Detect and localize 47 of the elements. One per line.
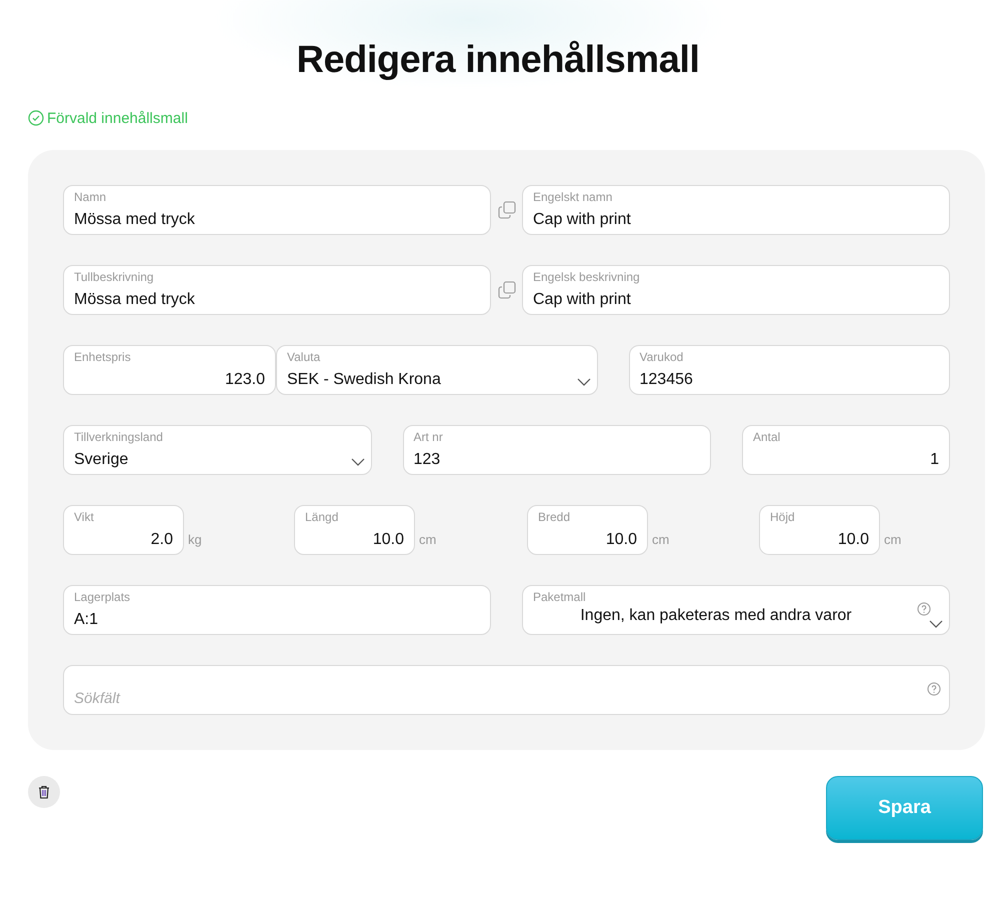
chevron-down-icon — [929, 620, 943, 628]
field-label: Längd — [305, 510, 340, 524]
field-label: Tullbeskrivning — [74, 270, 155, 284]
field-label: Enhetspris — [74, 350, 132, 364]
field-label: Antal — [753, 430, 782, 444]
field-label: Valuta — [287, 350, 322, 364]
text-field[interactable]: Engelsk beskrivning Cap with print — [522, 265, 950, 315]
unit-label: cm — [884, 532, 902, 549]
text-field[interactable]: Lagerplats A:1 — [63, 585, 491, 635]
field-label: Bredd — [538, 510, 572, 524]
text-field[interactable]: Art nr 123 — [402, 425, 711, 475]
field-label: Engelsk beskrivning — [533, 270, 641, 284]
number-field[interactable]: Bredd 10.0 — [527, 505, 648, 555]
unit-label: cm — [652, 532, 670, 549]
copy-icon[interactable] — [498, 201, 516, 219]
number-field[interactable]: Längd 10.0 — [294, 505, 415, 555]
field-label: Vikt — [74, 510, 95, 524]
field-label: Höjd — [770, 510, 796, 524]
trash-icon — [38, 785, 50, 799]
select-field[interactable]: Tillverkningsland Sverige — [63, 425, 372, 475]
number-field[interactable]: Enhetspris 123.0 — [63, 345, 276, 395]
field-label: Tillverkningsland — [74, 430, 164, 444]
delete-button[interactable] — [28, 776, 60, 808]
text-field[interactable]: Namn Mössa med tryck — [63, 185, 491, 235]
text-field[interactable]: Tullbeskrivning Mössa med tryck — [63, 265, 491, 315]
select-field[interactable]: Paketmall Ingen, kan paketeras med andra varor — [522, 585, 950, 635]
text-field[interactable]: Engelskt namn Cap with print — [522, 185, 950, 235]
number-field[interactable]: Vikt 2.0 — [63, 505, 184, 555]
field-label: Art nr — [414, 430, 444, 444]
unit-label: cm — [419, 532, 436, 549]
field-label: Varukod — [640, 350, 684, 364]
field-label: Lagerplats — [74, 590, 132, 604]
help-icon[interactable] — [917, 602, 931, 616]
help-icon[interactable] — [927, 682, 941, 696]
field-label: Engelskt namn — [533, 190, 614, 204]
field-label: Paketmall — [533, 590, 587, 604]
number-field[interactable]: Antal 1 — [742, 425, 950, 475]
chevron-down-icon — [350, 458, 364, 466]
chevron-down-icon — [576, 378, 590, 386]
page-title: Redigera innehållsmall — [296, 38, 700, 83]
select-field[interactable]: Valuta SEK - Swedish Krona — [276, 345, 598, 395]
copy-icon[interactable] — [498, 281, 516, 299]
field-label: Namn — [74, 190, 108, 204]
text-field[interactable]: Varukod 123456 — [628, 345, 950, 395]
number-field[interactable]: Höjd 10.0 — [759, 505, 880, 555]
unit-label: kg — [188, 532, 202, 549]
default-template-label: Förvald innehållsmall — [47, 110, 188, 126]
